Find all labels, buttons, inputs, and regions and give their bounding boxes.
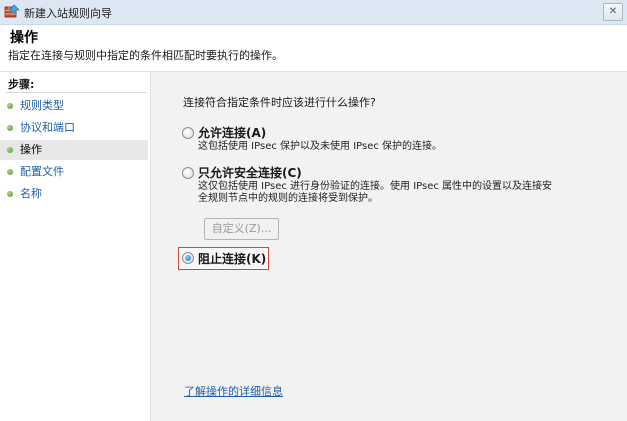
bullet-icon <box>7 147 13 153</box>
wizard-icon <box>4 4 20 20</box>
bullet-icon <box>7 125 13 131</box>
allow-connection-radio[interactable] <box>182 127 194 139</box>
bullet-icon <box>7 191 13 197</box>
step-rule-type[interactable]: 规则类型 <box>0 96 148 116</box>
allow-connection-label[interactable]: 允许连接(A) <box>198 124 266 141</box>
learn-more-link[interactable]: 了解操作的详细信息 <box>184 383 283 399</box>
allow-secure-description-line2: 全规则节点中的规则的连接将受到保护。 <box>198 193 378 204</box>
close-button[interactable]: ✕ <box>603 3 623 21</box>
steps-sidebar: 步骤: 规则类型 协议和端口 操作 配置文件 名称 <box>0 72 148 421</box>
block-connection-label[interactable]: 阻止连接(K) <box>198 250 266 267</box>
action-question: 连接符合指定条件时应该进行什么操作? <box>183 96 376 109</box>
step-label: 名称 <box>20 187 42 200</box>
page-header: 操作 指定在连接与规则中指定的条件相匹配时要执行的操作。 <box>0 25 627 72</box>
step-name[interactable]: 名称 <box>0 184 148 204</box>
step-label: 配置文件 <box>20 165 64 178</box>
allow-secure-description-line1: 这仅包括使用 IPsec 进行身份验证的连接。使用 IPsec 属性中的设置以及… <box>198 181 553 192</box>
step-label: 操作 <box>20 143 42 156</box>
step-protocol-ports[interactable]: 协议和端口 <box>0 118 148 138</box>
customize-button[interactable]: 自定义(Z)... <box>204 218 279 240</box>
page-subtitle: 指定在连接与规则中指定的条件相匹配时要执行的操作。 <box>8 49 283 62</box>
step-action[interactable]: 操作 <box>0 140 148 160</box>
allow-connection-description: 这包括使用 IPsec 保护以及未使用 IPsec 保护的连接。 <box>198 141 443 152</box>
main-content: 连接符合指定条件时应该进行什么操作? 允许连接(A) 这包括使用 IPsec 保… <box>150 72 627 421</box>
title-bar: 新建入站规则向导 ✕ <box>0 0 627 25</box>
page-title: 操作 <box>10 30 38 46</box>
allow-secure-label[interactable]: 只允许安全连接(C) <box>198 164 302 181</box>
step-profile[interactable]: 配置文件 <box>0 162 148 182</box>
allow-secure-radio[interactable] <box>182 167 194 179</box>
bullet-icon <box>7 103 13 109</box>
steps-title: 步骤: <box>8 78 35 91</box>
bullet-icon <box>7 169 13 175</box>
block-connection-radio[interactable] <box>182 252 194 264</box>
step-label: 协议和端口 <box>20 121 75 134</box>
steps-divider <box>6 92 146 93</box>
step-label: 规则类型 <box>20 99 64 112</box>
window-title: 新建入站规则向导 <box>24 7 112 20</box>
